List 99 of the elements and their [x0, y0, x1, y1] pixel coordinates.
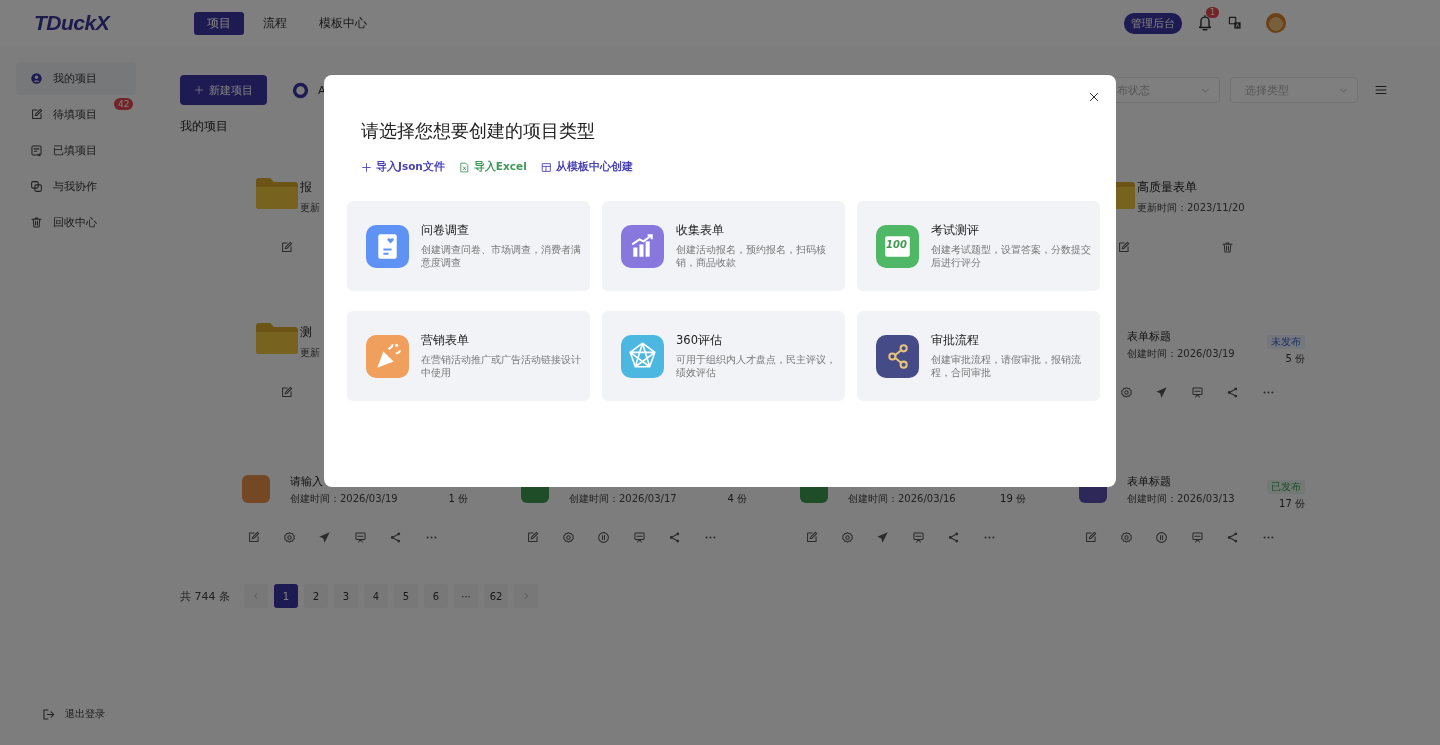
plus-icon [361, 161, 372, 173]
edit-icon[interactable] [280, 241, 293, 254]
share-icon[interactable] [389, 531, 402, 544]
screen-icon[interactable] [1190, 531, 1204, 544]
new-project-button[interactable]: 新建项目 [180, 75, 267, 105]
screen-icon[interactable] [1190, 386, 1204, 399]
edit-icon[interactable] [805, 531, 818, 544]
send-icon[interactable] [876, 531, 889, 544]
pause-icon[interactable] [597, 531, 610, 544]
logout-button[interactable]: 退出登录 [16, 699, 136, 729]
logout-icon [42, 707, 55, 721]
response-count: 19 份 [999, 492, 1026, 506]
avatar[interactable] [1266, 13, 1286, 33]
trash-icon [30, 216, 43, 229]
screen-icon[interactable] [632, 531, 646, 544]
translate-icon[interactable] [1228, 16, 1242, 30]
page-button[interactable]: 6 [424, 584, 448, 608]
nav-tab[interactable]: 项目 [194, 11, 244, 35]
folder-title[interactable]: 报 [300, 179, 320, 196]
admin-button[interactable]: 管理后台 [1124, 12, 1182, 34]
created-time: 创建时间：2026/03/13 [1127, 492, 1236, 506]
page-button[interactable]: 3 [334, 584, 358, 608]
sidebar-item[interactable]: 回收中心 [16, 206, 136, 239]
project-type-card[interactable]: 问卷调查 创建调查问卷、市场调查，消费者满意度调查 [347, 201, 590, 291]
update-time: 更新 [300, 201, 320, 215]
created-time: 创建时间：2026/03/17 [569, 492, 678, 506]
edit-icon[interactable] [1084, 531, 1097, 544]
page-button[interactable]: 62 [484, 584, 508, 608]
sidebar-item[interactable]: 待填项目 42 [16, 98, 136, 131]
share-icon[interactable] [1226, 531, 1239, 544]
page-button[interactable]: 4 [364, 584, 388, 608]
share-icon[interactable] [947, 531, 960, 544]
sidebar-item[interactable]: 已填项目 [16, 134, 136, 167]
project-type-card[interactable]: 收集表单 创建活动报名，预约报名，扫码核销，商品收款 [602, 201, 845, 291]
import-link[interactable]: 导入Json文件 [361, 160, 445, 174]
update-time: 更新时间：2023/11/20 [1137, 201, 1245, 215]
send-icon[interactable] [318, 531, 331, 544]
edit-icon[interactable] [247, 531, 260, 544]
notification-badge: 1 [1206, 7, 1220, 18]
page-button[interactable]: ··· [454, 584, 478, 608]
screen-icon[interactable] [911, 531, 925, 544]
project-type-card[interactable]: 360评估 可用于组织内人才盘点，民主评议，绩效评估 [602, 311, 845, 401]
page-button[interactable]: 1 [274, 584, 298, 608]
page-button[interactable]: 5 [394, 584, 418, 608]
form-title[interactable]: 表单标题 [1127, 475, 1239, 490]
edit-icon[interactable] [526, 531, 539, 544]
response-count: 1 份 [447, 492, 468, 506]
screen-icon[interactable] [353, 531, 367, 544]
response-count: 5 份 [1284, 352, 1305, 366]
page-button[interactable]: 2 [304, 584, 328, 608]
settings-icon[interactable] [561, 531, 575, 544]
import-link[interactable]: 从模板中心创建 [540, 160, 633, 174]
user-icon [30, 72, 43, 85]
edit-icon [30, 108, 43, 121]
nav-tab[interactable]: 流程 [250, 11, 300, 35]
folder-title[interactable]: 测 [300, 324, 320, 341]
total-count: 共 744 条 [180, 588, 230, 604]
share-icon[interactable] [1226, 386, 1239, 399]
dialog-title: 请选择您想要创建的项目类型 [361, 119, 596, 143]
close-icon[interactable] [1088, 91, 1100, 103]
status-tag: 未发布 [1267, 335, 1305, 349]
copy-icon [30, 180, 43, 193]
response-count: 4 份 [726, 492, 747, 506]
plus-icon [194, 85, 204, 95]
import-link[interactable]: 导入Excel [458, 160, 527, 174]
created-time: 创建时间：2026/03/19 [290, 492, 399, 506]
score-icon: 100 [876, 224, 919, 268]
status-tag: 已发布 [1267, 480, 1305, 494]
form-title[interactable]: 表单标题 [1127, 330, 1239, 345]
created-time: 创建时间：2026/03/19 [1127, 347, 1236, 361]
share-icon[interactable] [668, 531, 681, 544]
edit-icon[interactable] [280, 386, 293, 399]
notification-icon[interactable] [1196, 14, 1214, 32]
menu-icon[interactable] [1374, 83, 1388, 97]
response-count: 17 份 [1278, 497, 1305, 511]
list-icon [30, 144, 43, 157]
settings-icon[interactable] [1119, 386, 1133, 399]
layout-icon [540, 161, 552, 173]
document-icon [458, 161, 470, 173]
sidebar-item[interactable]: 与我协作 [16, 170, 136, 203]
send-icon[interactable] [1155, 386, 1168, 399]
folder-title[interactable]: 高质量表单 [1137, 179, 1245, 196]
created-time: 创建时间：2026/03/16 [848, 492, 957, 506]
sidebar-item[interactable]: 我的项目 [16, 62, 136, 95]
section-title: 我的项目 [180, 118, 228, 135]
settings-icon[interactable] [1119, 531, 1133, 544]
pause-icon[interactable] [1155, 531, 1168, 544]
trash-icon[interactable] [1221, 241, 1234, 254]
project-type-card[interactable]: 100 考试测评 创建考试题型，设置答案，分数提交后进行评分 [857, 201, 1100, 291]
count-badge: 42 [114, 98, 134, 110]
project-type-card[interactable]: 审批流程 创建审批流程，请假审批，报销流程，合同审批 [857, 311, 1100, 401]
update-time: 更新 [300, 346, 320, 360]
nav-tab[interactable]: 模板中心 [306, 11, 380, 35]
logo[interactable]: TDuckX [34, 11, 194, 35]
settings-icon[interactable] [282, 531, 296, 544]
settings-icon[interactable] [840, 531, 854, 544]
edit-icon[interactable] [1117, 241, 1130, 254]
project-type-card[interactable]: 营销表单 在营销活动推广或广告活动链接设计中使用 [347, 311, 590, 401]
ring-icon[interactable] [292, 81, 309, 99]
